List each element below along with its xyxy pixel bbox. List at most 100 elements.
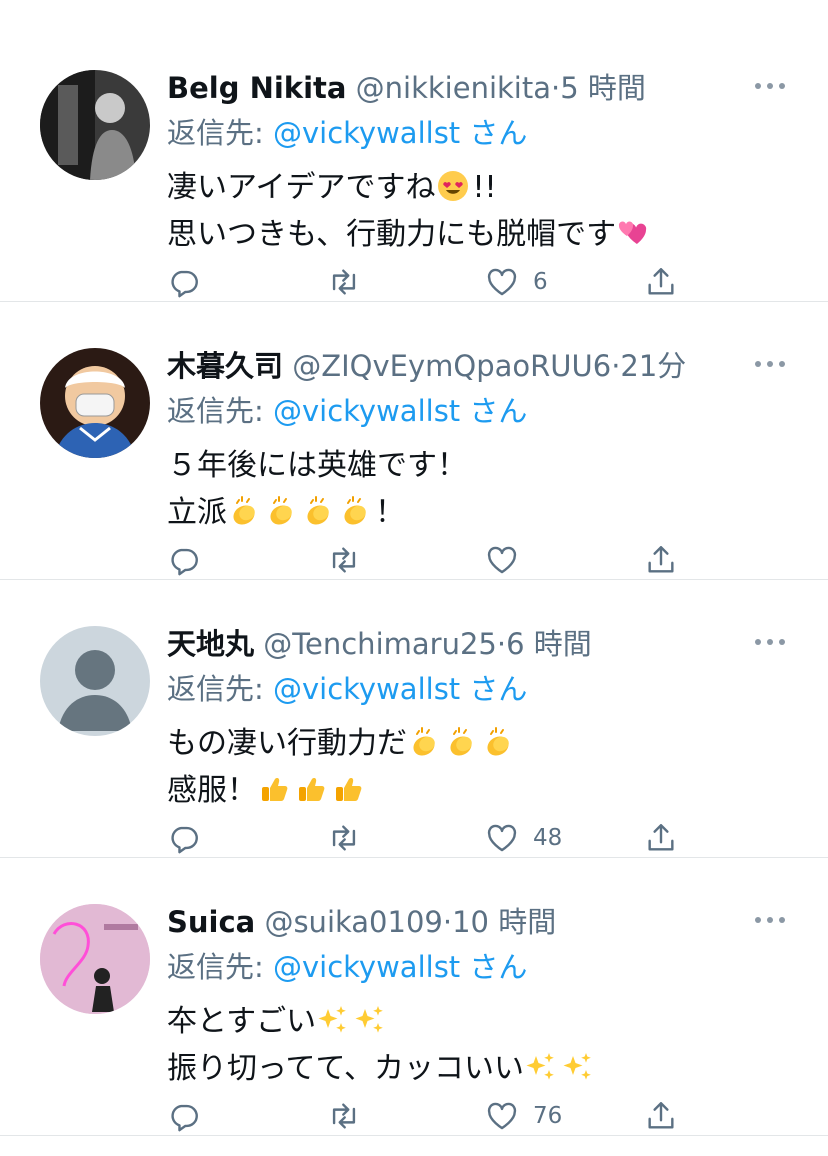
tweet-text-tail: ！ (375, 495, 405, 530)
avatar[interactable] (40, 626, 150, 736)
share-icon (644, 1099, 678, 1133)
like-button[interactable]: 6 (485, 262, 548, 302)
clapping-hands-icon (407, 725, 441, 759)
share-icon (644, 821, 678, 855)
retweet-button[interactable] (327, 262, 361, 302)
reply-to: 返信先: @vickywallst さん (167, 947, 527, 987)
share-icon (644, 265, 678, 299)
reply-button[interactable] (167, 262, 201, 302)
avatar[interactable] (40, 70, 150, 180)
sparkles-icon (316, 1003, 350, 1037)
thumbs-up-icon (294, 772, 328, 806)
like-icon (485, 821, 519, 855)
tweet-header: Belg Nikita @nikkienikita·5 時間 (167, 66, 757, 110)
reply-to-suffix: さん (469, 394, 528, 428)
more-icon[interactable] (752, 354, 788, 374)
tweet-header: 天地丸 @Tenchimaru25·6 時間 (167, 622, 757, 666)
like-button[interactable] (485, 540, 533, 580)
tweet-text: 凄いアイデアですね!! 思いつきも、行動力にも脱帽です (167, 164, 767, 258)
reply-icon (167, 1099, 201, 1133)
tweet-actions (167, 540, 687, 580)
retweet-button[interactable] (327, 818, 361, 858)
tweet-text-line: 振り切ってて、カッコいい (167, 1051, 524, 1086)
sparkles-icon (561, 1050, 595, 1084)
clapping-hands-icon (264, 494, 298, 528)
mention-link[interactable]: @vickywallst (273, 116, 460, 150)
like-button[interactable]: 48 (485, 818, 562, 858)
timestamp[interactable]: 6 時間 (506, 627, 592, 661)
sparkles-icon (353, 1003, 387, 1037)
share-button[interactable] (644, 1096, 678, 1136)
more-icon[interactable] (752, 76, 788, 96)
timestamp[interactable]: 5 時間 (560, 71, 646, 105)
user-handle[interactable]: @nikkienikita (356, 71, 551, 105)
more-icon[interactable] (752, 910, 788, 930)
tweet-text: ５年後には英雄です！ 立派 ！ (167, 442, 767, 536)
two-hearts-icon (616, 216, 650, 250)
timestamp[interactable]: 21分 (620, 349, 686, 383)
mention-link[interactable]: @vickywallst (273, 672, 460, 706)
clapping-hands-icon (301, 494, 335, 528)
reply-icon (167, 821, 201, 855)
tweet-header: Suica @suika0109·10 時間 (167, 900, 757, 944)
tweet-actions: 6 (167, 262, 687, 302)
display-name[interactable]: 木暮久司 (167, 349, 283, 383)
reply-icon (167, 543, 201, 577)
like-count: 6 (533, 269, 548, 295)
retweet-button[interactable] (327, 540, 361, 580)
tweet-text-line: もの凄い行動力だ (167, 726, 407, 761)
clapping-hands-icon (338, 494, 372, 528)
like-button[interactable]: 76 (485, 1096, 562, 1136)
tweet[interactable]: Suica @suika0109·10 時間 返信先: @vickywallst… (0, 858, 828, 1136)
user-handle[interactable]: @Tenchimaru25 (263, 627, 497, 661)
tweet-text-line: 立派 (167, 495, 227, 530)
separator-dot: · (442, 905, 453, 939)
reply-to: 返信先: @vickywallst さん (167, 113, 527, 153)
tweet-text: 夲とすごい 振り切ってて、カッコいい (167, 998, 767, 1092)
like-icon (485, 265, 519, 299)
share-button[interactable] (644, 540, 678, 580)
retweet-button[interactable] (327, 1096, 361, 1136)
user-handle[interactable]: @suika0109 (264, 905, 442, 939)
clapping-hands-icon (444, 725, 478, 759)
clapping-hands-icon (481, 725, 515, 759)
share-button[interactable] (644, 818, 678, 858)
reply-to: 返信先: @vickywallst さん (167, 391, 527, 431)
reply-to-label: 返信先: (167, 394, 273, 428)
retweet-icon (327, 821, 361, 855)
tweet-actions: 48 (167, 818, 687, 858)
display-name[interactable]: 天地丸 (167, 627, 254, 661)
reply-button[interactable] (167, 1096, 201, 1136)
separator-dot: · (551, 71, 561, 105)
timestamp[interactable]: 10 時間 (452, 905, 556, 939)
thumbs-up-icon (331, 772, 365, 806)
heart-eyes-face-icon (436, 169, 470, 203)
user-handle[interactable]: @ZIQvEymQpaoRUU6 (292, 349, 611, 383)
display-name[interactable]: Belg Nikita (167, 71, 346, 105)
more-icon[interactable] (752, 632, 788, 652)
tweet[interactable]: 木暮久司 @ZIQvEymQpaoRUU6·21分 返信先: @vickywal… (0, 302, 828, 580)
mention-link[interactable]: @vickywallst (273, 394, 460, 428)
tweet[interactable]: 天地丸 @Tenchimaru25·6 時間 返信先: @vickywallst… (0, 580, 828, 858)
like-icon (485, 1099, 519, 1133)
clapping-hands-icon (227, 494, 261, 528)
mention-link[interactable]: @vickywallst (273, 950, 460, 984)
thumbs-up-icon (257, 772, 291, 806)
avatar[interactable] (40, 348, 150, 458)
separator-dot: · (496, 627, 507, 661)
retweet-icon (327, 265, 361, 299)
like-icon (485, 543, 519, 577)
retweet-icon (327, 1099, 361, 1133)
share-button[interactable] (644, 262, 678, 302)
reply-button[interactable] (167, 818, 201, 858)
reply-to-suffix: さん (469, 116, 528, 150)
reply-to: 返信先: @vickywallst さん (167, 669, 527, 709)
reply-icon (167, 265, 201, 299)
display-name[interactable]: Suica (167, 905, 255, 939)
reply-button[interactable] (167, 540, 201, 580)
tweet-text-line: ５年後には英雄です！ (167, 448, 467, 483)
sparkles-icon (524, 1050, 558, 1084)
avatar[interactable] (40, 904, 150, 1014)
tweet[interactable]: Belg Nikita @nikkienikita·5 時間 返信先: @vic… (0, 24, 828, 302)
like-count: 48 (533, 825, 563, 851)
